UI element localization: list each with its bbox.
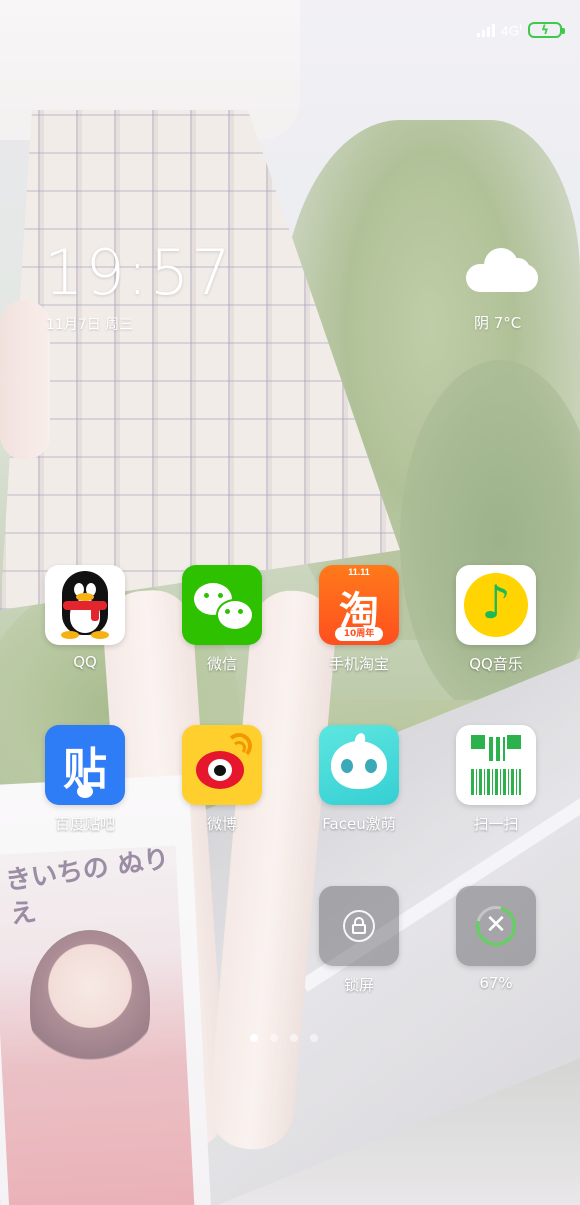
app-label: Faceu激萌 (322, 815, 396, 833)
qq-music-icon: ♪ (456, 565, 536, 645)
weather-text[interactable]: 阴 7°C (474, 312, 521, 333)
app-label: 手机淘宝 (328, 655, 389, 673)
app-taobao[interactable]: 11.11 淘 10周年 手机淘宝 (304, 565, 414, 674)
faceu-icon (319, 725, 399, 805)
lock-icon (319, 886, 399, 966)
home-screen: きいちの ぬりえ 4Gt ϟ 19:57 11月7日 周三 阴 7°C QQ 微… (0, 0, 580, 1205)
app-scan[interactable]: 扫一扫 (441, 725, 551, 834)
page-dot[interactable] (290, 1034, 298, 1042)
cloud-icon[interactable] (466, 246, 538, 292)
page-dot[interactable] (310, 1034, 318, 1042)
scan-icon (456, 725, 536, 805)
app-qq-music[interactable]: ♪ QQ音乐 (441, 565, 551, 674)
wechat-icon (182, 565, 262, 645)
tieba-icon: 贴 (45, 725, 125, 805)
clock-time[interactable]: 19:57 (44, 236, 233, 309)
close-icon: ✕ (456, 886, 536, 966)
battery-charging-icon: ϟ (528, 22, 565, 38)
app-qq[interactable]: QQ (30, 565, 140, 671)
lock-screen-button[interactable]: 锁屏 (304, 886, 414, 995)
app-label: 扫一扫 (473, 815, 519, 833)
page-dot[interactable] (270, 1034, 278, 1042)
taobao-icon: 11.11 淘 10周年 (319, 565, 399, 645)
app-label: 微信 (206, 655, 237, 673)
app-label: 百度贴吧 (54, 815, 115, 833)
clock-date: 11月7日 周三 (46, 317, 134, 333)
app-tieba[interactable]: 贴 百度贴吧 (30, 725, 140, 834)
app-label: 微博 (206, 815, 237, 833)
app-label: QQ音乐 (469, 655, 523, 673)
status-bar: 4Gt ϟ (476, 18, 565, 42)
page-indicator[interactable] (250, 1034, 318, 1042)
app-label: QQ (73, 653, 97, 671)
app-faceu[interactable]: Faceu激萌 (304, 725, 414, 834)
qq-penguin-icon (45, 565, 125, 645)
signal-icon (476, 23, 495, 37)
app-weibo[interactable]: 微博 (167, 725, 277, 834)
memory-usage-label: 67% (479, 974, 513, 992)
memory-cleaner-button[interactable]: ✕ 67% (441, 886, 551, 992)
weibo-icon (182, 725, 262, 805)
network-type: 4Gt (500, 21, 522, 39)
widget-label: 锁屏 (343, 976, 374, 994)
app-wechat[interactable]: 微信 (167, 565, 277, 674)
page-dot[interactable] (250, 1034, 258, 1042)
